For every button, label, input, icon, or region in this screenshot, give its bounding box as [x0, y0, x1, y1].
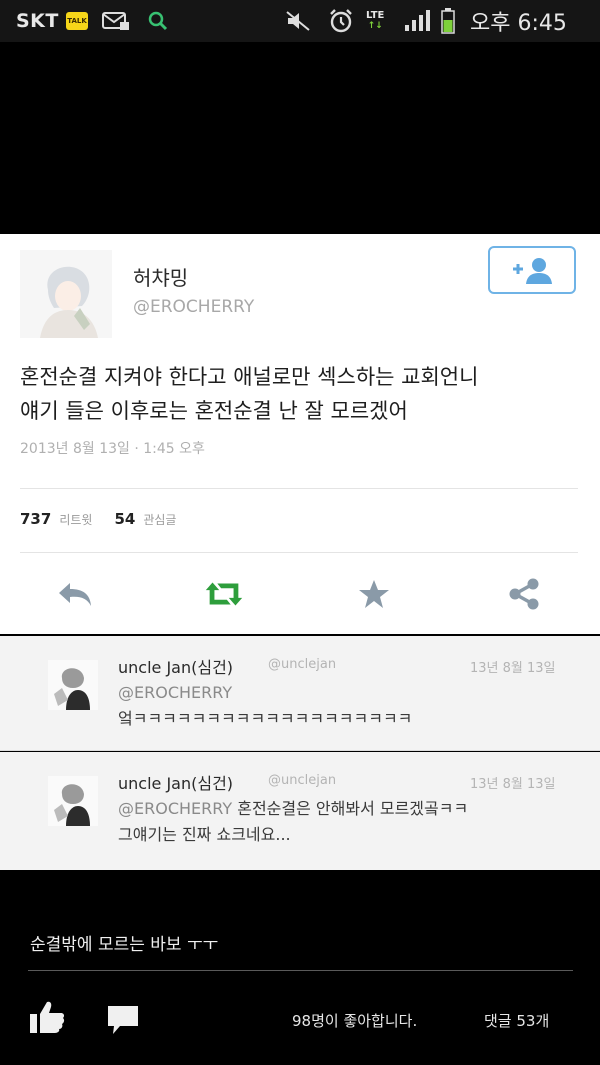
favorite-count[interactable]: 54	[114, 510, 135, 528]
reply-user-name[interactable]: uncle Jan(심건)	[118, 654, 233, 678]
retweet-icon	[205, 582, 243, 606]
reply-text: @EROCHERRY 엌ㅋㅋㅋㅋㅋㅋㅋㅋㅋㅋㅋㅋㅋㅋㅋㅋㅋㅋㅋ	[118, 680, 588, 732]
carrier-label: SKT	[16, 10, 59, 32]
reply-user-handle[interactable]: @unclejan	[268, 773, 336, 788]
favorite-button[interactable]	[352, 572, 396, 616]
status-bar: SKT TALK LTE ↑↓ 오후 6:45	[0, 0, 600, 42]
reply-body-line2: 그얘기는 진짜 쇼크네요...	[118, 825, 291, 844]
reply-date: 13년 8월 13일	[470, 661, 556, 676]
tweet-text: 혼전순결 지켜야 한다고 애널로만 섹스하는 교회언니 얘기 들은 이후로는 혼…	[20, 360, 590, 428]
reply-date: 13년 8월 13일	[470, 777, 556, 792]
lte-label: LTE	[366, 10, 385, 21]
follow-button[interactable]	[488, 246, 576, 294]
thumbs-up-icon	[30, 1001, 65, 1033]
tweet-card: 허챠밍 @EROCHERRY 혼전순결 지켜야 한다고 애널로만 섹스하는 교회…	[0, 234, 600, 634]
kakaotalk-icon-label: TALK	[66, 12, 88, 30]
reply-body: 혼전순결은 안해봐서 모르겠곸ㅋㅋ	[237, 799, 469, 818]
post-caption: 순결밖에 모르는 바보 ㅜㅜ	[30, 935, 219, 955]
reply-mention[interactable]: @EROCHERRY	[118, 799, 232, 818]
favorite-label[interactable]: 관심글	[143, 511, 176, 528]
kakaotalk-icon: TALK	[66, 0, 88, 42]
user-handle[interactable]: @EROCHERRY	[133, 297, 254, 317]
reply-tweet[interactable]: uncle Jan(심건) @unclejan 13년 8월 13일 @EROC…	[0, 752, 600, 870]
reply-body: 엌ㅋㅋㅋㅋㅋㅋㅋㅋㅋㅋㅋㅋㅋㅋㅋㅋㅋㅋㅋ	[118, 709, 413, 728]
message-icon	[102, 0, 130, 42]
clock: 오후 6:45	[470, 11, 567, 36]
tweet-text-line2: 얘기 들은 이후로는 혼전순결 난 잘 모르겠어	[20, 399, 408, 423]
reply-user-handle[interactable]: @unclejan	[268, 657, 336, 672]
signal-icon	[404, 0, 432, 42]
tweet-stats: 737 리트윗 54 관심글	[20, 510, 198, 528]
reply-button[interactable]	[53, 572, 97, 616]
reply-user-name[interactable]: uncle Jan(심건)	[118, 770, 233, 794]
share-icon	[509, 578, 539, 610]
reply-avatar[interactable]	[48, 776, 98, 826]
divider	[20, 488, 578, 489]
lte-arrows: ↑↓	[367, 21, 383, 31]
share-button[interactable]	[502, 572, 546, 616]
lte-indicator: LTE ↑↓	[366, 0, 384, 42]
tweet-text-line1: 혼전순결 지켜야 한다고 애널로만 섹스하는 교회언니	[20, 365, 479, 389]
retweet-button[interactable]	[202, 572, 246, 616]
comment-button[interactable]	[106, 1004, 140, 1040]
reply-mention[interactable]: @EROCHERRY	[118, 680, 588, 706]
user-name[interactable]: 허챠밍	[133, 262, 188, 291]
star-icon	[359, 580, 389, 608]
add-user-icon	[513, 258, 552, 284]
retweet-label[interactable]: 리트윗	[59, 511, 92, 528]
alarm-icon	[328, 0, 354, 42]
like-button[interactable]	[28, 998, 66, 1040]
speech-bubble-icon	[108, 1006, 138, 1034]
divider	[0, 750, 600, 751]
reply-tweet[interactable]: uncle Jan(심건) @unclejan 13년 8월 13일 @EROC…	[0, 636, 600, 750]
avatar[interactable]	[20, 250, 112, 338]
mute-icon	[285, 0, 311, 42]
like-count[interactable]: 98명이 좋아합니다.	[292, 1010, 417, 1031]
battery-icon	[440, 0, 456, 42]
divider	[20, 552, 578, 553]
search-icon	[148, 0, 168, 42]
retweet-count[interactable]: 737	[20, 510, 51, 528]
reply-icon	[59, 583, 91, 606]
reply-text: @EROCHERRY 혼전순결은 안해봐서 모르겠곸ㅋㅋ 그얘기는 진짜 쇼크네…	[118, 796, 588, 848]
comment-count[interactable]: 댓글 53개	[484, 1010, 549, 1031]
reply-avatar[interactable]	[48, 660, 98, 710]
tweet-timestamp: 2013년 8월 13일 · 1:45 오후	[20, 441, 205, 457]
divider	[28, 970, 573, 971]
